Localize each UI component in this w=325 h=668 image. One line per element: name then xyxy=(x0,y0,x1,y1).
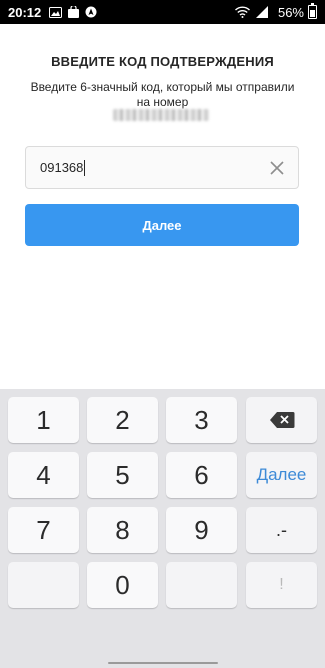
numeric-keyboard: 1 2 3 4 5 6 Далее 7 8 9 .- 0 ! xyxy=(0,389,325,668)
blank-key-right xyxy=(166,562,237,608)
status-time: 20:12 xyxy=(8,4,42,20)
next-button[interactable]: Далее xyxy=(25,204,299,246)
status-bar: 20:12 56% xyxy=(0,0,325,24)
key-5[interactable]: 5 xyxy=(87,452,158,498)
image-icon xyxy=(49,6,63,18)
battery-percent: 56% xyxy=(277,4,304,20)
clear-icon[interactable] xyxy=(266,157,288,179)
signal-icon xyxy=(255,6,268,18)
code-input[interactable]: 091368 xyxy=(25,146,299,189)
key-3[interactable]: 3 xyxy=(166,397,237,443)
keyboard-action-key[interactable]: Далее xyxy=(246,452,317,498)
key-1[interactable]: 1 xyxy=(8,397,79,443)
key-8[interactable]: 8 xyxy=(87,507,158,553)
navigation-icon xyxy=(85,6,97,18)
battery-icon xyxy=(308,3,317,19)
exclamation-key[interactable]: ! xyxy=(246,562,317,608)
blank-key-left xyxy=(8,562,79,608)
instruction-text: Введите 6-значный код, который мы отправ… xyxy=(30,80,295,109)
page-title: ВВЕДИТЕ КОД ПОДТВЕРЖДЕНИЯ xyxy=(51,54,274,69)
backspace-icon xyxy=(269,405,295,436)
status-right: 56% xyxy=(234,3,317,20)
punctuation-key[interactable]: .- xyxy=(246,507,317,553)
key-7[interactable]: 7 xyxy=(8,507,79,553)
key-4[interactable]: 4 xyxy=(8,452,79,498)
code-input-value: 091368 xyxy=(40,160,84,175)
wifi-icon xyxy=(234,6,250,18)
key-0[interactable]: 0 xyxy=(87,562,158,608)
bag-icon xyxy=(68,6,80,18)
key-2[interactable]: 2 xyxy=(87,397,158,443)
backspace-key[interactable] xyxy=(246,397,317,443)
masked-phone-number xyxy=(113,109,209,121)
key-6[interactable]: 6 xyxy=(166,452,237,498)
key-9[interactable]: 9 xyxy=(166,507,237,553)
text-caret xyxy=(84,159,86,176)
home-indicator xyxy=(107,662,218,664)
